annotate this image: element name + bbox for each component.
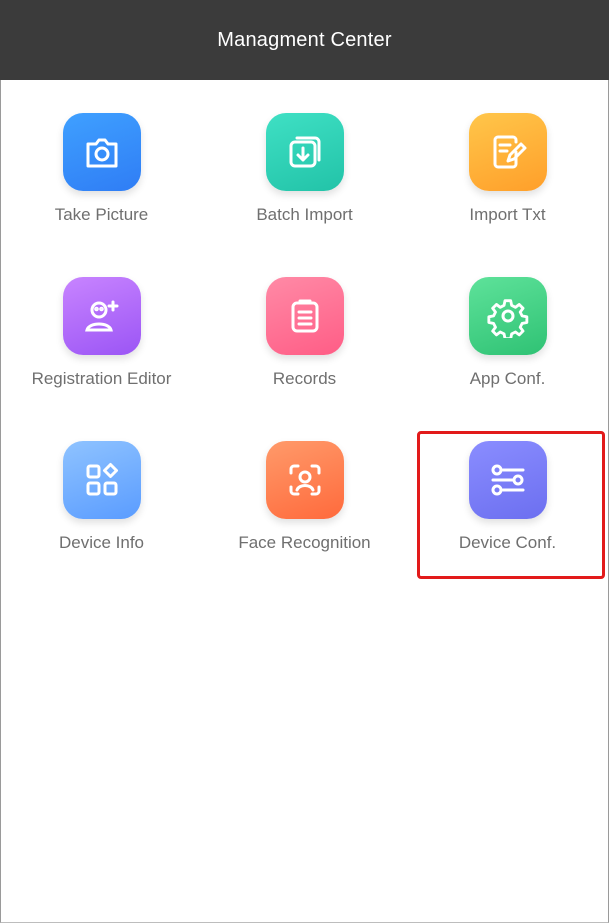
- page-title: Managment Center: [217, 28, 392, 51]
- add-person-icon: [62, 277, 141, 355]
- management-grid: Take Picture Batch Import Import Txt Reg…: [0, 80, 609, 600]
- face-recognition-tile[interactable]: Face Recognition: [203, 441, 406, 591]
- batch-import-tile[interactable]: Batch Import: [203, 113, 406, 263]
- gear-icon: [468, 277, 547, 355]
- sliders-icon: [468, 441, 547, 519]
- device-info-tile[interactable]: Device Info: [0, 441, 203, 591]
- camera-icon: [62, 113, 141, 191]
- take-picture-tile[interactable]: Take Picture: [0, 113, 203, 263]
- tile-label: App Conf.: [469, 369, 546, 388]
- document-edit-icon: [468, 113, 547, 191]
- face-scan-icon: [265, 441, 344, 519]
- app-conf-tile[interactable]: App Conf.: [406, 277, 609, 427]
- batch-import-icon: [265, 113, 344, 191]
- tile-label: Records: [272, 369, 337, 388]
- header-bar: Managment Center: [0, 0, 609, 80]
- import-txt-tile[interactable]: Import Txt: [406, 113, 609, 263]
- tile-label: Batch Import: [256, 205, 353, 224]
- records-tile[interactable]: Records: [203, 277, 406, 427]
- clipboard-list-icon: [265, 277, 344, 355]
- tile-label: Import Txt: [469, 205, 546, 224]
- tile-label: Device Conf.: [458, 533, 557, 552]
- tile-label: Registration Editor: [31, 369, 172, 388]
- tile-label: Device Info: [58, 533, 145, 552]
- device-conf-tile[interactable]: Device Conf.: [406, 441, 609, 591]
- grid-apps-icon: [62, 441, 141, 519]
- tile-label: Take Picture: [54, 205, 149, 224]
- registration-editor-tile[interactable]: Registration Editor: [0, 277, 203, 427]
- tile-label: Face Recognition: [238, 533, 371, 552]
